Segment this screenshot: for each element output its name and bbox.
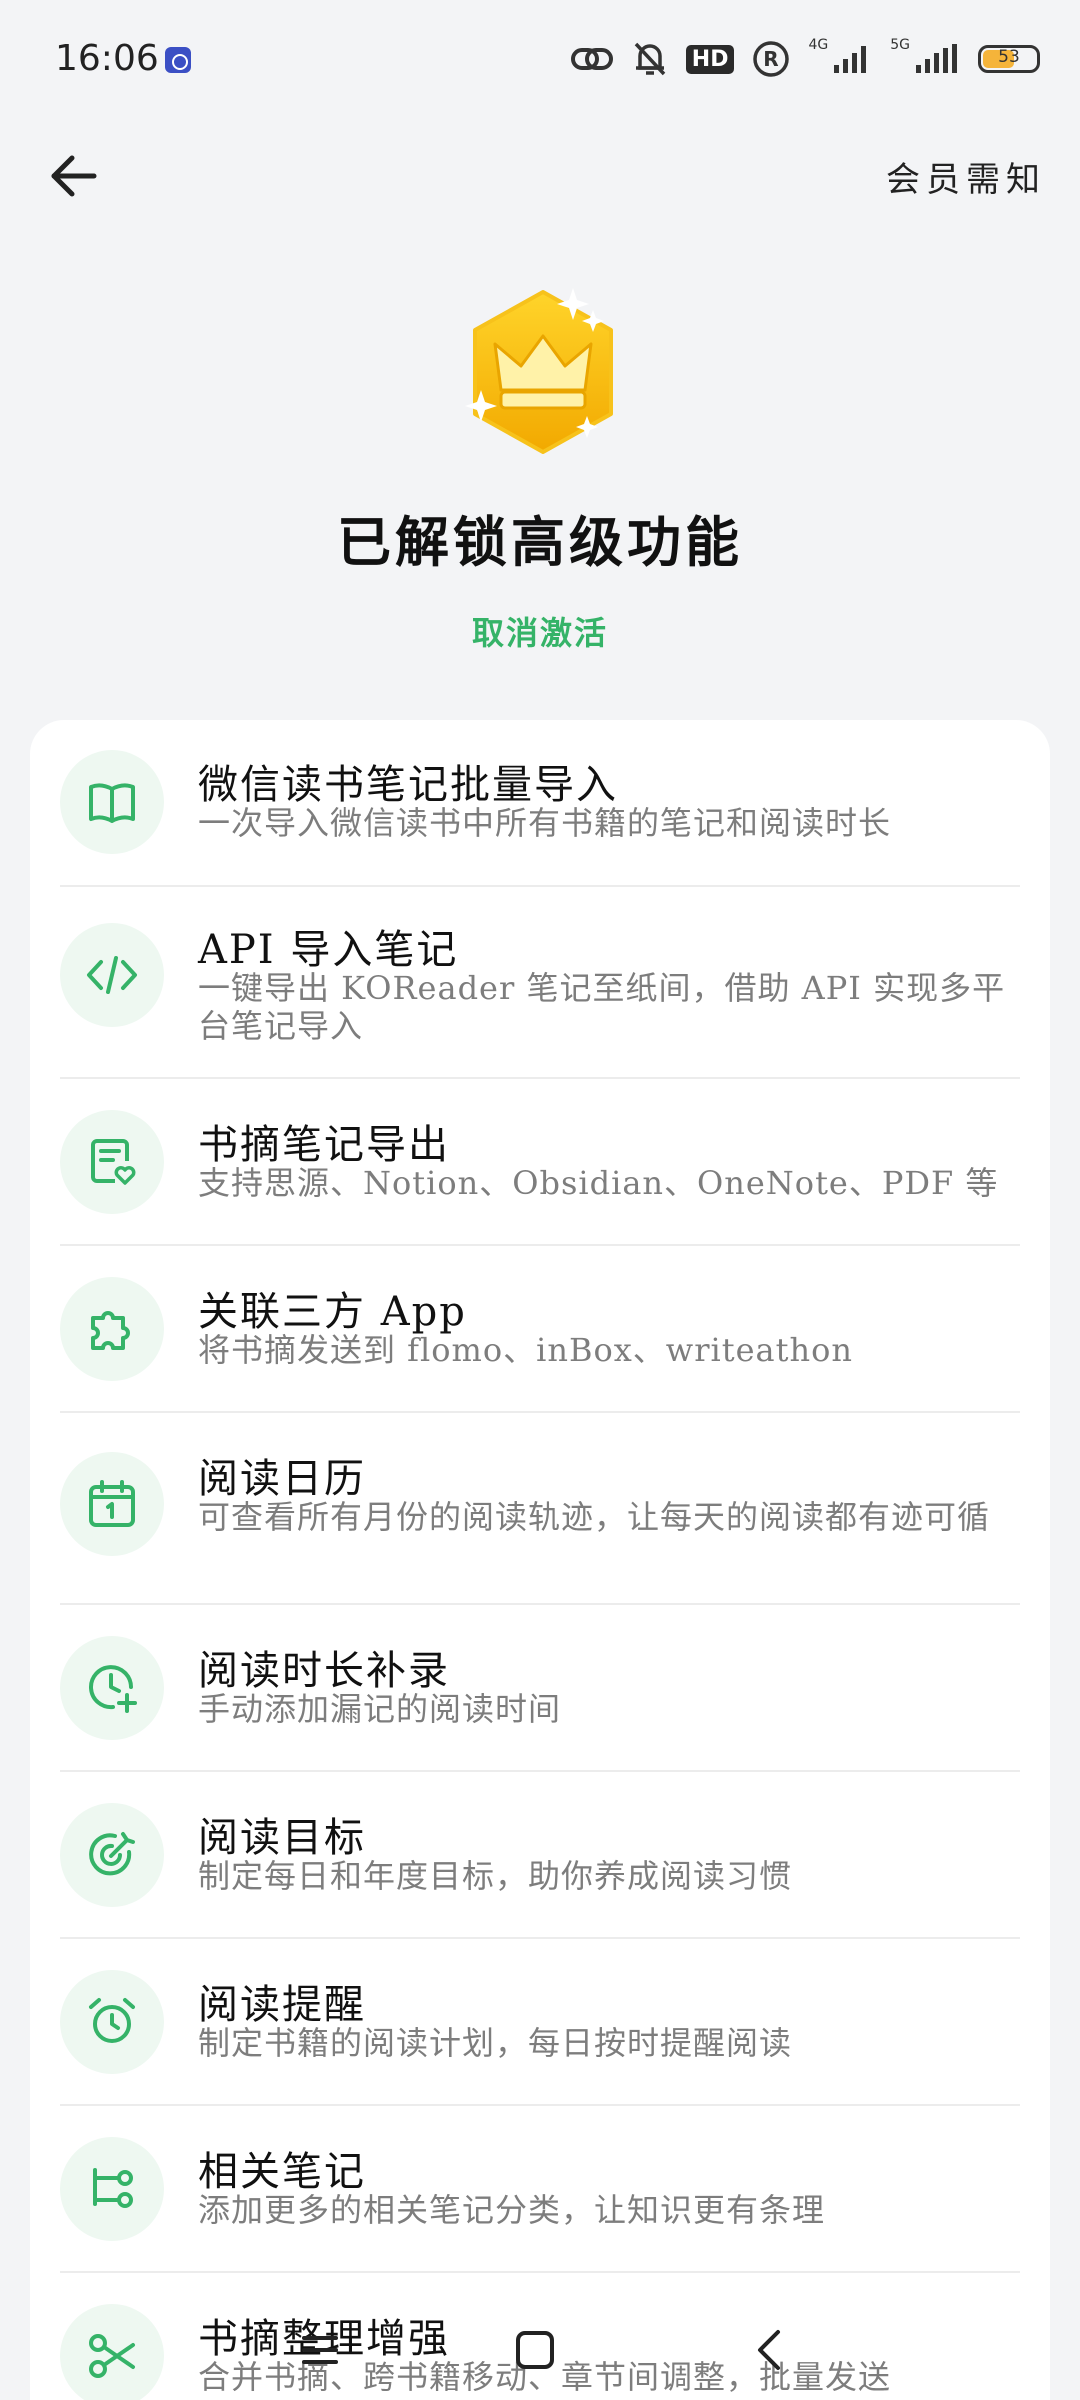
- divider: [60, 1603, 1020, 1605]
- unlock-title: 已解锁高级功能: [337, 510, 743, 574]
- feature-desc: 一次导入微信读书中所有书籍的笔记和阅读时长: [198, 804, 892, 842]
- divider: [60, 1937, 1020, 1939]
- divider: [60, 885, 1020, 887]
- feature-item-third-party[interactable]: 关联三方 App 将书摘发送到 flomo、inBox、writeathon: [60, 1277, 1020, 1407]
- membership-notice-link[interactable]: 会员需知: [886, 152, 1046, 201]
- menu-icon: [302, 2336, 338, 2364]
- feature-title: 关联三方 App: [198, 1289, 467, 1335]
- target-icon: [60, 1803, 164, 1907]
- back-button[interactable]: [48, 150, 100, 202]
- branch-icon: [60, 2137, 164, 2241]
- feature-item-reading-reminder[interactable]: 阅读提醒 制定书籍的阅读计划，每日按时提醒阅读: [60, 1970, 1020, 2100]
- nav-home-button[interactable]: [505, 2320, 565, 2380]
- link-icon: [570, 48, 613, 70]
- registered-icon: R: [753, 41, 790, 77]
- app-notification-icon: [165, 47, 191, 73]
- feature-title: 阅读目标: [198, 1815, 366, 1861]
- feature-title: 相关笔记: [198, 2149, 366, 2195]
- divider: [60, 1411, 1020, 1413]
- book-icon: [60, 750, 164, 854]
- nav-back-button[interactable]: [740, 2320, 800, 2380]
- alarm-icon: [60, 1970, 164, 2074]
- arrow-left-icon: [51, 155, 97, 197]
- square-icon: [516, 2331, 554, 2369]
- status-icons: HD R 4G 5G 53: [570, 36, 1040, 82]
- cancel-activation-link[interactable]: 取消激活: [0, 608, 1080, 654]
- divider: [60, 1077, 1020, 1079]
- clock-plus-icon: [60, 1636, 164, 1740]
- battery-icon: 53: [978, 45, 1040, 73]
- calendar-icon: [60, 1452, 164, 1556]
- feature-item-related-notes[interactable]: 相关笔记 添加更多的相关笔记分类，让知识更有条理: [60, 2137, 1020, 2267]
- divider: [60, 1770, 1020, 1772]
- divider: [60, 1244, 1020, 1246]
- chevron-left-icon: [758, 2330, 780, 2370]
- network-4g-label: 4G: [808, 37, 829, 53]
- network-5g-label: 5G: [890, 37, 910, 53]
- battery-level: 53: [998, 47, 1020, 67]
- feature-item-reading-calendar[interactable]: 阅读日历 可查看所有月份的阅读轨迹，让每天的阅读都有迹可循: [60, 1444, 1020, 1584]
- feature-title: 阅读提醒: [198, 1982, 366, 2028]
- crown-badge-icon: [463, 282, 623, 462]
- feature-title: 微信读书笔记批量导入: [198, 762, 618, 808]
- feature-desc: 添加更多的相关笔记分类，让知识更有条理: [198, 2191, 826, 2229]
- feature-title: API 导入笔记: [198, 927, 459, 973]
- feature-desc: 支持思源、Notion、Obsidian、OneNote、PDF 等: [198, 1164, 999, 1202]
- note-export-icon: [60, 1110, 164, 1214]
- status-bar: 16:06 HD R 4G 5G 53: [0, 0, 1080, 120]
- feature-desc: 将书摘发送到 flomo、inBox、writeathon: [198, 1331, 853, 1369]
- feature-list-card: 微信读书笔记批量导入 一次导入微信读书中所有书籍的笔记和阅读时长 API 导入笔…: [30, 720, 1050, 2400]
- feature-title: 阅读日历: [198, 1456, 366, 1502]
- feature-item-time-makeup[interactable]: 阅读时长补录 手动添加漏记的阅读时间: [60, 1636, 1020, 1766]
- feature-desc: 可查看所有月份的阅读轨迹，让每天的阅读都有迹可循: [198, 1498, 991, 1536]
- signal-5g-icon: [916, 44, 957, 73]
- feature-desc: 手动添加漏记的阅读时间: [198, 1690, 562, 1728]
- feature-desc: 一键导出 KOReader 笔记至纸间，借助 API 实现多平台笔记导入: [198, 969, 1006, 1045]
- feature-title: 书摘笔记导出: [198, 1122, 450, 1168]
- puzzle-icon: [60, 1277, 164, 1381]
- feature-title: 阅读时长补录: [198, 1648, 450, 1694]
- code-icon: [60, 923, 164, 1027]
- feature-item-wechat-import[interactable]: 微信读书笔记批量导入 一次导入微信读书中所有书籍的笔记和阅读时长: [60, 750, 1020, 880]
- signal-4g-icon: [834, 46, 867, 73]
- feature-item-api-import[interactable]: API 导入笔记 一键导出 KOReader 笔记至纸间，借助 API 实现多平…: [60, 915, 1020, 1055]
- feature-item-note-export[interactable]: 书摘笔记导出 支持思源、Notion、Obsidian、OneNote、PDF …: [60, 1110, 1020, 1240]
- feature-desc: 制定书籍的阅读计划，每日按时提醒阅读: [198, 2024, 793, 2062]
- feature-item-reading-goal[interactable]: 阅读目标 制定每日和年度目标，助你养成阅读习惯: [60, 1803, 1020, 1933]
- status-time: 16:06: [55, 38, 159, 79]
- nav-menu-button[interactable]: [290, 2320, 350, 2380]
- divider: [60, 2271, 1020, 2273]
- divider: [60, 2104, 1020, 2106]
- svg-text:R: R: [764, 47, 779, 71]
- bell-off-icon: [634, 42, 666, 76]
- feature-desc: 制定每日和年度目标，助你养成阅读习惯: [198, 1857, 793, 1895]
- hd-badge: HD: [685, 44, 735, 74]
- system-nav-bar: [0, 2300, 1080, 2400]
